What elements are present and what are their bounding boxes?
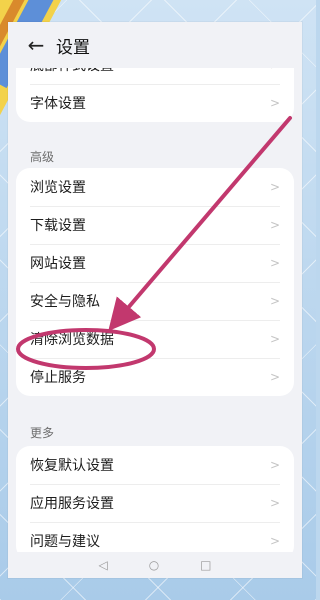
settings-row-stop-service[interactable]: 停止服务 > bbox=[16, 358, 294, 396]
chevron-right-icon: > bbox=[269, 180, 280, 194]
app-bar: ← 设置 bbox=[8, 22, 302, 68]
settings-card-advanced: 浏览设置 > 下载设置 > 网站设置 > 安全与隐私 > 清除浏览数据 > 停止… bbox=[16, 168, 294, 396]
settings-row-website[interactable]: 网站设置 > bbox=[16, 244, 294, 282]
chevron-right-icon: > bbox=[269, 218, 280, 232]
settings-row-clear-browsing-data[interactable]: 清除浏览数据 > bbox=[16, 320, 294, 358]
chevron-right-icon: > bbox=[269, 332, 280, 346]
section-label-advanced: 高级 bbox=[30, 150, 55, 164]
row-label: 字体设置 bbox=[30, 96, 86, 112]
settings-row-browse[interactable]: 浏览设置 > bbox=[16, 168, 294, 206]
row-label: 停止服务 bbox=[30, 370, 86, 386]
row-label: 下载设置 bbox=[30, 218, 86, 234]
arrow-left-icon: ← bbox=[27, 33, 45, 57]
row-label: 安全与隐私 bbox=[30, 294, 100, 310]
row-label: 浏览设置 bbox=[30, 180, 86, 196]
chevron-right-icon: > bbox=[269, 96, 280, 110]
page-title: 设置 bbox=[56, 37, 90, 58]
chevron-right-icon: > bbox=[269, 256, 280, 270]
back-button[interactable]: ← bbox=[20, 29, 52, 61]
row-label: 应用服务设置 bbox=[30, 496, 114, 512]
chevron-right-icon: > bbox=[269, 534, 280, 548]
settings-row-restore-defaults[interactable]: 恢复默认设置 > bbox=[16, 446, 294, 484]
row-label: 网站设置 bbox=[30, 256, 86, 272]
row-label: 问题与建议 bbox=[30, 534, 100, 550]
nav-recents-icon[interactable]: □ bbox=[200, 558, 211, 572]
system-navigation-bar: ◁ ○ □ bbox=[8, 552, 302, 578]
chevron-right-icon: > bbox=[269, 458, 280, 472]
row-label: 清除浏览数据 bbox=[30, 332, 114, 348]
phone-screen: ← 设置 底部样式设置 > 字体设置 > 高级 浏览设置 > 下载设置 > 网站… bbox=[8, 22, 302, 578]
nav-back-icon[interactable]: ◁ bbox=[98, 558, 107, 572]
settings-row-download[interactable]: 下载设置 > bbox=[16, 206, 294, 244]
settings-card-more: 恢复默认设置 > 应用服务设置 > 问题与建议 > bbox=[16, 446, 294, 560]
settings-row-font[interactable]: 字体设置 > bbox=[16, 84, 294, 122]
chevron-right-icon: > bbox=[269, 496, 280, 510]
settings-row-security-privacy[interactable]: 安全与隐私 > bbox=[16, 282, 294, 320]
section-label-more: 更多 bbox=[30, 426, 55, 440]
chevron-right-icon: > bbox=[269, 370, 280, 384]
settings-row-app-services[interactable]: 应用服务设置 > bbox=[16, 484, 294, 522]
nav-home-icon[interactable]: ○ bbox=[149, 558, 159, 572]
row-label: 恢复默认设置 bbox=[30, 458, 114, 474]
chevron-right-icon: > bbox=[269, 294, 280, 308]
